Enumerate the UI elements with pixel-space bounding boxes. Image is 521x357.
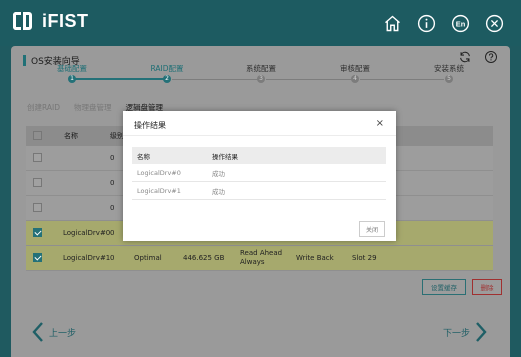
set-cache-button[interactable]: 设置缓存 bbox=[422, 279, 466, 295]
operation-result-dialog: 操作结果 × 名称 操作结果 LogicalDrv#0 成功 LogicalDr… bbox=[123, 111, 396, 241]
result-row: LogicalDrv#0 成功 bbox=[132, 164, 386, 182]
result-table-header: 名称 操作结果 bbox=[132, 147, 386, 164]
step-basic-config: 基础配置 1 bbox=[57, 64, 87, 83]
step-raid-config: RAID配置 2 bbox=[150, 64, 184, 83]
info-icon[interactable] bbox=[416, 13, 437, 34]
prev-step-button[interactable]: 上一步 bbox=[31, 321, 76, 343]
row-checkbox[interactable] bbox=[33, 178, 42, 187]
delete-button[interactable]: 删除 bbox=[472, 279, 502, 295]
tab-physical-disk[interactable]: 物理盘管理 bbox=[74, 102, 112, 115]
app-logo: iFIST bbox=[12, 10, 89, 32]
step-install-system: 安装系统 5 bbox=[434, 64, 464, 83]
chevron-left-icon bbox=[32, 322, 43, 342]
ifist-logo-icon bbox=[12, 10, 34, 32]
home-icon[interactable] bbox=[382, 13, 403, 34]
help-icon[interactable] bbox=[484, 50, 498, 64]
dialog-title: 操作结果 bbox=[134, 121, 166, 130]
select-all-checkbox[interactable] bbox=[33, 131, 42, 140]
language-icon[interactable]: En bbox=[450, 13, 471, 34]
language-label: En bbox=[456, 19, 466, 28]
wizard-steps: 基础配置 1 RAID配置 2 系统配置 3 审核配置 4 安装系统 5 bbox=[11, 64, 510, 86]
result-table: 名称 操作结果 LogicalDrv#0 成功 LogicalDrv#1 成功 bbox=[132, 147, 386, 200]
close-icon[interactable]: × bbox=[376, 119, 384, 129]
row-checkbox[interactable] bbox=[33, 253, 42, 262]
dialog-close-button[interactable]: 关闭 bbox=[359, 221, 385, 237]
step-system-config: 系统配置 3 bbox=[246, 64, 276, 83]
step-review-config: 审核配置 4 bbox=[340, 64, 370, 83]
result-row: LogicalDrv#1 成功 bbox=[132, 182, 386, 200]
next-step-button[interactable]: 下一步 bbox=[443, 321, 488, 343]
refresh-icon[interactable] bbox=[458, 50, 472, 64]
row-checkbox[interactable] bbox=[33, 228, 42, 237]
row-checkbox[interactable] bbox=[33, 153, 42, 162]
app-name: iFIST bbox=[42, 10, 89, 31]
header-name: 名称 bbox=[64, 132, 78, 140]
top-bar: iFIST En bbox=[0, 0, 521, 46]
tab-create-raid[interactable]: 创建RAID bbox=[27, 102, 60, 115]
table-row[interactable]: LogicalDrv#1 0 Optimal 446.625 GB Read A… bbox=[26, 246, 493, 271]
chevron-right-icon bbox=[476, 322, 487, 342]
header-level: 级别 bbox=[110, 132, 124, 140]
row-checkbox[interactable] bbox=[33, 203, 42, 212]
close-icon[interactable] bbox=[484, 13, 505, 34]
